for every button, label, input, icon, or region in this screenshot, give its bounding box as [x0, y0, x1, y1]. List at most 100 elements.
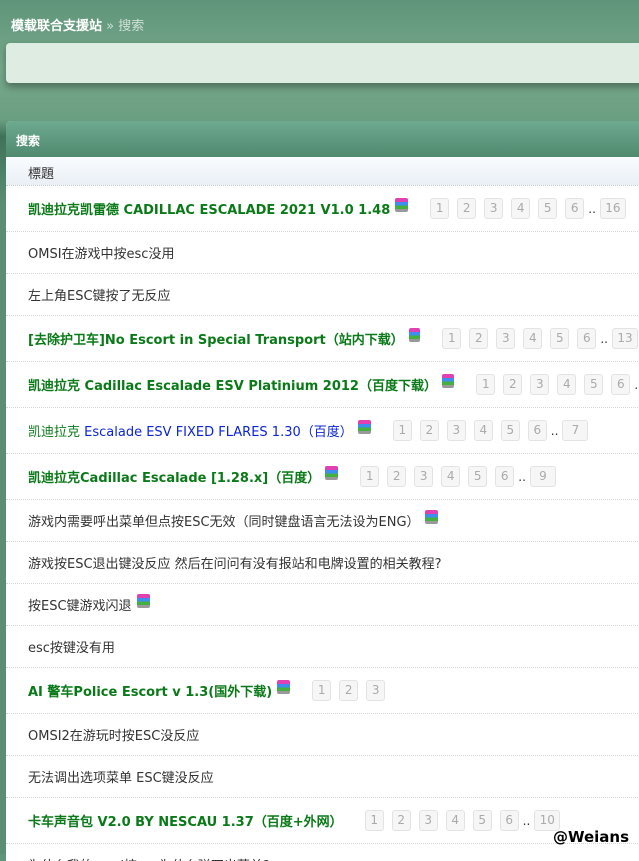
page-link[interactable]: 2: [503, 374, 523, 395]
attachment-archive-icon: [357, 419, 371, 434]
result-row: 凯迪拉克凯雷德 CADILLAC ESCALADE 2021 V1.0 1.48…: [6, 186, 639, 232]
page-link[interactable]: 1: [476, 374, 496, 395]
thread-pager: 1 2 3 4 5 6.. 13: [442, 328, 639, 349]
title-text: Escalade ESV FIXED FLARES 1.30（百度）: [84, 425, 353, 440]
page-link[interactable]: 3: [418, 810, 438, 831]
title-text: 凯迪拉克Cadillac Escalade [1.28.x]（百度）: [28, 471, 321, 486]
result-title-link[interactable]: 无法调出选项菜单 ESC键没反应: [28, 767, 214, 786]
page-link[interactable]: 4: [473, 420, 493, 441]
result-title-link[interactable]: 游戏内需要呼出菜单但点按ESC无效（同时键盘语言无法设为ENG）: [28, 511, 420, 530]
page-link[interactable]: 5: [500, 420, 520, 441]
page-link[interactable]: 1: [312, 680, 332, 701]
title-text: 无法调出选项菜单 ESC键没反应: [28, 771, 214, 786]
page-link[interactable]: 4: [523, 328, 543, 349]
result-row: 凯迪拉克Cadillac Escalade [1.28.x]（百度） 1 2 3 4 5 6…: [6, 454, 639, 500]
result-title-link[interactable]: [去除护卫车]No Escort in Special Transport（站内…: [28, 329, 404, 348]
notice-banner: [6, 43, 639, 83]
result-title-link[interactable]: 左上角ESC键按了无反应: [28, 285, 171, 304]
page-link[interactable]: 5: [468, 466, 488, 487]
page-link[interactable]: 2: [339, 680, 359, 701]
page-link[interactable]: 6: [499, 810, 519, 831]
result-title-link[interactable]: 游戏按ESC退出键没反应 然后在问问有没有报站和电牌设置的相关教程?: [28, 553, 442, 572]
result-title-link[interactable]: OMSI在游戏中按esc没用: [28, 243, 174, 262]
page-link[interactable]: 3: [366, 680, 386, 701]
title-text: 游戏内需要呼出菜单但点按ESC无效（同时键盘语言无法设为ENG）: [28, 515, 420, 530]
breadcrumb-current: 搜索: [118, 19, 145, 34]
result-title-link[interactable]: 凯迪拉克凯雷德 CADILLAC ESCALADE 2021 V1.0 1.48: [28, 199, 390, 218]
page-link[interactable]: 2: [469, 328, 489, 349]
page-link-last[interactable]: 7: [562, 420, 589, 441]
result-title-link[interactable]: 按ESC键游戏闪退: [28, 595, 132, 614]
thread-pager: 1 2 3 4 5 6.. 9: [360, 466, 564, 487]
results-list: 凯迪拉克凯雷德 CADILLAC ESCALADE 2021 V1.0 1.48…: [6, 186, 639, 861]
result-title-link[interactable]: 凯迪拉克Cadillac Escalade [1.28.x]（百度）: [28, 467, 320, 486]
page-link[interactable]: 6: [495, 466, 515, 487]
breadcrumb-home-link[interactable]: 模载联合支援站: [11, 19, 102, 34]
result-title-link[interactable]: 卡车声音包 V2.0 BY NESCAU 1.37（百度+外网）: [28, 811, 343, 830]
title-text: 左上角ESC键按了无反应: [28, 289, 171, 304]
title-text: [去除护卫车]No Escort in Special Transport（站内…: [28, 333, 404, 348]
result-title-link[interactable]: 凯迪拉克 Cadillac Escalade ESV Platinium 201…: [28, 375, 437, 394]
result-row: AI 警车Police Escort v 1.3(国外下载) 1 2 3: [6, 668, 639, 714]
result-row: 卡车声音包 V2.0 BY NESCAU 1.37（百度+外网） 1 2 3 4 5 6..…: [6, 798, 639, 844]
page-link[interactable]: 4: [557, 374, 577, 395]
page-link[interactable]: 5: [538, 198, 558, 219]
page-link-last[interactable]: 9: [529, 466, 556, 487]
title-text: 凯迪拉克凯雷德 CADILLAC ESCALADE 2021 V1.0 1.48: [28, 203, 391, 218]
page-link[interactable]: 6: [527, 420, 547, 441]
page-link[interactable]: 4: [441, 466, 461, 487]
page-link[interactable]: 6: [577, 328, 597, 349]
result-row: esc按键没有用: [6, 626, 639, 668]
page-link[interactable]: 3: [496, 328, 516, 349]
page-link[interactable]: 1: [360, 466, 380, 487]
page-link-last[interactable]: 16: [599, 198, 626, 219]
page-link-last[interactable]: 13: [612, 328, 638, 349]
page-link[interactable]: 1: [364, 810, 384, 831]
attachment-archive-icon: [136, 593, 150, 608]
page-link[interactable]: 5: [584, 374, 604, 395]
title-text: esc按键没有用: [28, 641, 115, 656]
thread-pager: 123456..: [476, 374, 639, 395]
page-link[interactable]: 2: [391, 810, 411, 831]
page-link[interactable]: 1: [392, 420, 412, 441]
result-row: OMSI在游戏中按esc没用: [6, 232, 639, 274]
result-title-link[interactable]: 凯迪拉克 Escalade ESV FIXED FLARES 1.30（百度）: [28, 421, 353, 440]
page-link[interactable]: 6: [611, 374, 631, 395]
pager-ellipsis: ..: [522, 813, 531, 828]
page-link[interactable]: 5: [550, 328, 570, 349]
pager-ellipsis: ..: [518, 469, 526, 484]
attachment-archive-icon: [441, 373, 455, 388]
page-link[interactable]: 2: [457, 198, 477, 219]
result-row: 凯迪拉克 Cadillac Escalade ESV Platinium 201…: [6, 362, 639, 408]
page-link[interactable]: 3: [446, 420, 466, 441]
page-link[interactable]: 3: [484, 198, 504, 219]
page-link[interactable]: 4: [445, 810, 465, 831]
result-title-link[interactable]: AI 警车Police Escort v 1.3(国外下载): [28, 681, 272, 700]
pager-ellipsis: ..: [550, 423, 559, 438]
panel-title: 搜索: [6, 121, 639, 157]
page-link[interactable]: 1: [430, 198, 450, 219]
page-link[interactable]: 1: [442, 328, 462, 349]
result-row: 无法调出选项菜单 ESC键没反应: [6, 756, 639, 798]
page-link[interactable]: 3: [530, 374, 550, 395]
page-link[interactable]: 3: [414, 466, 434, 487]
result-title-link[interactable]: esc按键没有用: [28, 637, 115, 656]
result-row: 凯迪拉克 Escalade ESV FIXED FLARES 1.30（百度） 1…: [6, 408, 639, 454]
pager-ellipsis: ..: [634, 377, 639, 392]
result-row: 左上角ESC键按了无反应: [6, 274, 639, 316]
column-header-title: 標題: [6, 157, 639, 186]
thread-pager: 123: [312, 680, 393, 701]
result-row: [去除护卫车]No Escort in Special Transport（站内…: [6, 316, 639, 362]
page-link[interactable]: 5: [472, 810, 492, 831]
breadcrumb-separator: »: [106, 19, 115, 34]
page-link[interactable]: 2: [419, 420, 439, 441]
pager-ellipsis: ..: [600, 331, 608, 346]
result-title-link[interactable]: 为什么我的omsi按esc为什么弹不出菜单?: [28, 855, 270, 861]
title-prefix: 凯迪拉克: [28, 425, 85, 440]
result-title-link[interactable]: OMSI2在游玩时按ESC没反应: [28, 725, 199, 744]
page-link[interactable]: 2: [387, 466, 407, 487]
page-link[interactable]: 4: [511, 198, 531, 219]
page-link[interactable]: 6: [565, 198, 585, 219]
result-row: 游戏内需要呼出菜单但点按ESC无效（同时键盘语言无法设为ENG）: [6, 500, 639, 542]
thread-pager: 1 2 3 4 5 6.. 16: [430, 198, 634, 219]
